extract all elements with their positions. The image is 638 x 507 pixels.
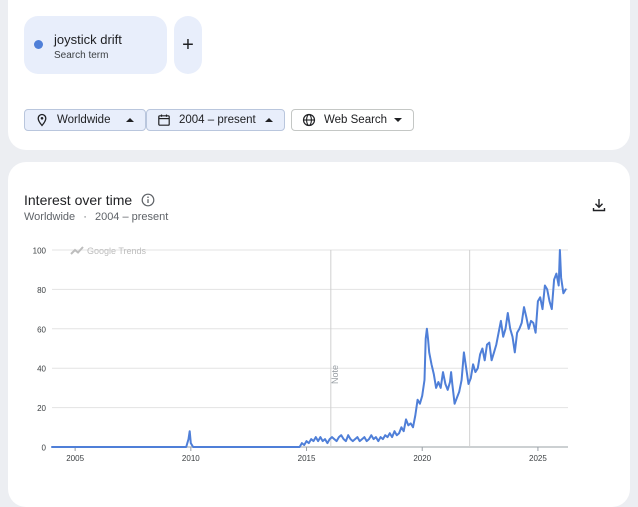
search-term-chip[interactable]: joystick drift Search term: [24, 16, 167, 74]
y-tick-label: 40: [37, 365, 46, 374]
search-type-filter-label: Web Search: [324, 114, 388, 126]
caret-up-icon: [126, 117, 134, 123]
y-tick-label: 20: [37, 404, 46, 413]
y-tick-label: 60: [37, 325, 46, 334]
google-trends-watermark: Google Trends: [70, 246, 147, 256]
series-line: [51, 249, 567, 448]
region-filter[interactable]: Worldwide: [24, 109, 146, 131]
search-term-name: joystick drift: [54, 32, 122, 47]
add-comparison-button[interactable]: +: [174, 16, 202, 74]
watermark-text: Google Trends: [87, 246, 147, 256]
x-tick-label: 2015: [298, 454, 316, 463]
search-type-filter[interactable]: Web Search: [291, 109, 414, 131]
series-color-dot: [34, 40, 43, 49]
x-tick-label: 2010: [182, 454, 200, 463]
interest-over-time-card: Interest over time Worldwide · 2004 – pr…: [8, 162, 630, 507]
search-term-subtitle: Search term: [54, 50, 109, 61]
caret-down-icon: [394, 117, 402, 123]
search-panel: joystick drift Search term + Worldwide 2…: [8, 0, 630, 150]
x-tick-label: 2005: [66, 454, 84, 463]
note-label: Note: [330, 365, 340, 384]
time-range-filter-label: 2004 – present: [179, 114, 256, 126]
globe-icon: [302, 113, 316, 127]
time-range-filter[interactable]: 2004 – present: [146, 109, 285, 131]
y-tick-label: 0: [42, 444, 47, 453]
x-tick-label: 2025: [529, 454, 547, 463]
y-tick-label: 80: [37, 286, 46, 295]
x-tick-label: 2020: [413, 454, 431, 463]
location-pin-icon: [35, 113, 49, 127]
region-filter-label: Worldwide: [57, 114, 111, 126]
calendar-icon: [157, 113, 171, 127]
interest-line-chart: 0 20 40 60 80 100 2005 2010 2015 2020 2025 Note Goog…: [33, 246, 568, 463]
y-tick-label: 100: [33, 247, 47, 256]
caret-up-icon: [265, 117, 273, 123]
